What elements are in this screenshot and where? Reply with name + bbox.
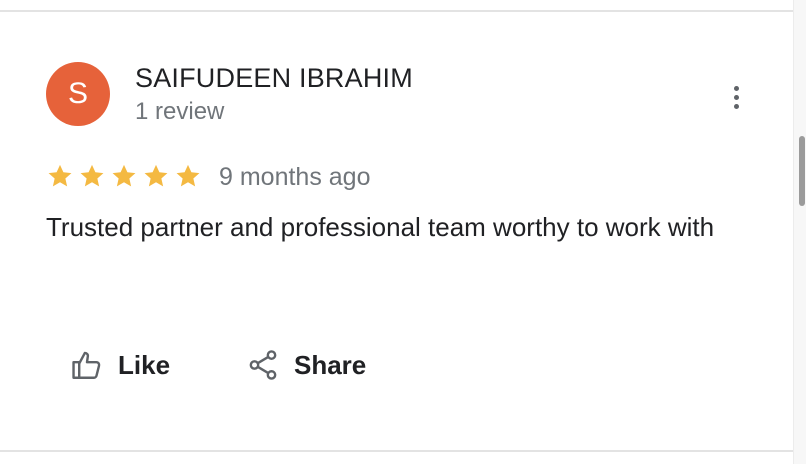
review-text: Trusted partner and professional team wo…: [46, 212, 715, 242]
more-options-button[interactable]: [722, 80, 750, 114]
more-vertical-icon-dot: [733, 94, 739, 100]
share-icon: [249, 350, 277, 380]
star-rating: [46, 162, 202, 190]
thumbs-up-icon: [72, 351, 101, 379]
avatar[interactable]: S: [46, 62, 110, 126]
star-icon: [112, 164, 136, 187]
like-label: Like: [118, 349, 171, 380]
share-button[interactable]: Share: [246, 344, 366, 386]
like-button[interactable]: Like: [70, 344, 170, 386]
top-divider: [0, 10, 794, 12]
scrollbar-track[interactable]: [793, 0, 806, 464]
reviewer-name[interactable]: SAIFUDEEN IBRAHIM: [135, 63, 413, 94]
scrollbar-thumb[interactable]: [799, 136, 805, 206]
star-icon: [80, 164, 104, 187]
review-count: 1 review: [135, 98, 225, 125]
bottom-divider: [0, 450, 794, 452]
more-vertical-icon-dot: [733, 103, 739, 109]
share-label: Share: [294, 349, 367, 380]
star-icon: [48, 164, 72, 187]
star-icon: [144, 164, 168, 187]
review-timestamp: 9 months ago: [219, 163, 371, 191]
avatar-letter: S: [67, 77, 88, 110]
more-vertical-icon: [733, 85, 739, 91]
star-icon: [176, 164, 200, 187]
review-card: S SAIFUDEEN IBRAHIM 1 review 9 months ag…: [0, 0, 806, 464]
